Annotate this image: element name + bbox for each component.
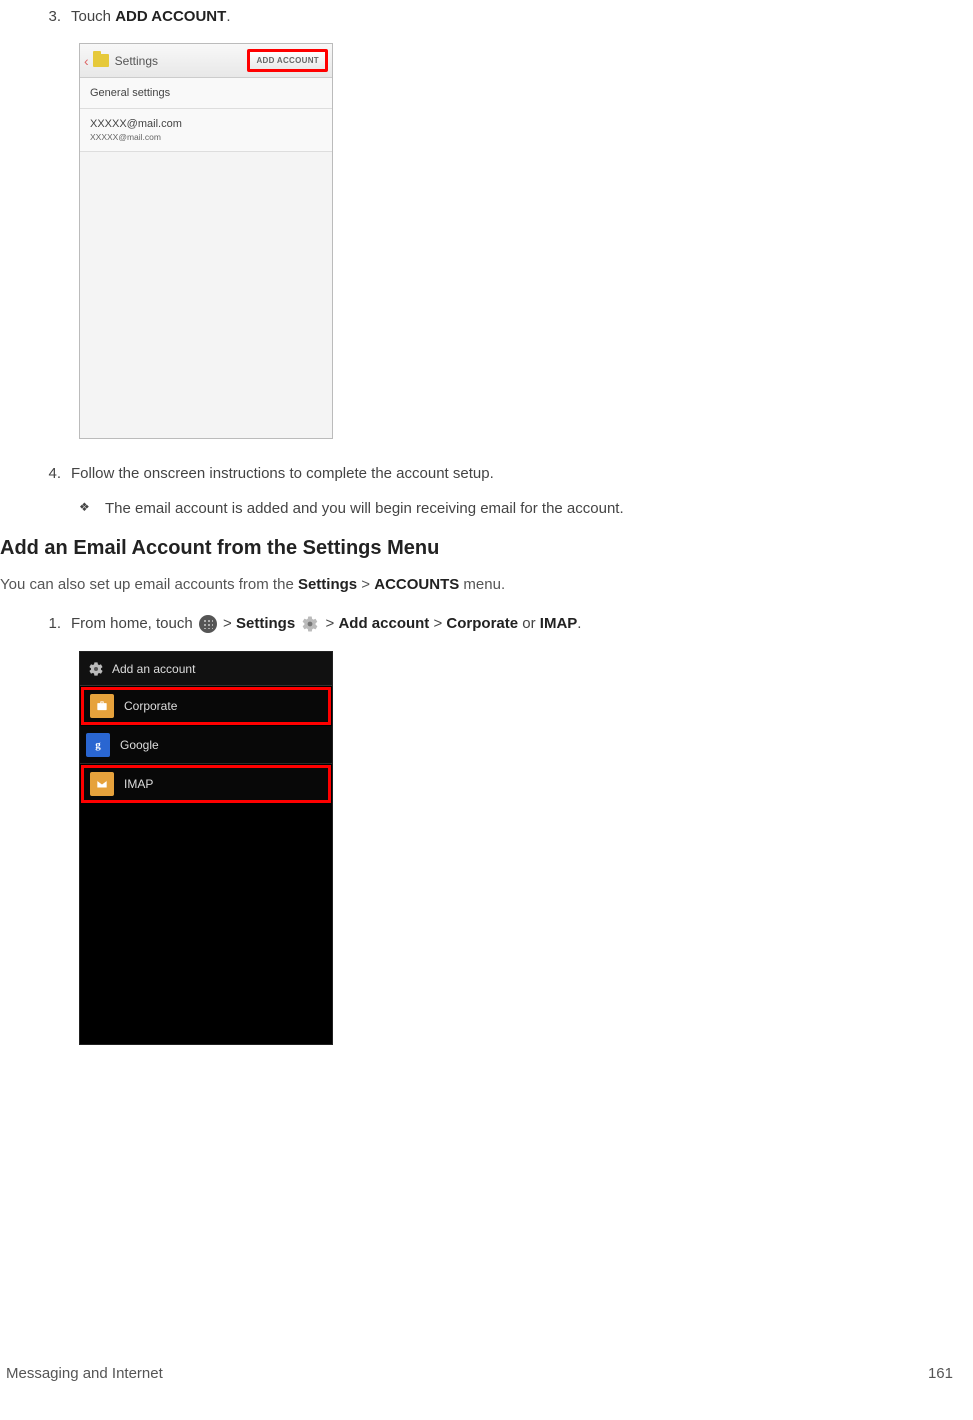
- back-chevron-icon[interactable]: ‹: [84, 53, 89, 69]
- s1b-suffix: .: [577, 615, 581, 632]
- screenshot-settings: ‹ Settings ADD ACCOUNT General settings …: [79, 43, 333, 439]
- s1b-p1: From home, touch: [71, 615, 197, 632]
- s1b-or: or: [518, 615, 540, 632]
- briefcase-icon: [90, 694, 114, 718]
- s1b-b4: IMAP: [540, 615, 578, 632]
- step-4: 4. Follow the onscreen instructions to c…: [45, 465, 928, 482]
- add-account-title: Add an account: [112, 662, 195, 676]
- s1b-b1: Settings: [236, 615, 295, 632]
- account-option-label: Google: [120, 738, 159, 752]
- step-body: Follow the onscreen instructions to comp…: [71, 465, 928, 482]
- intro-gt1: >: [357, 576, 374, 593]
- account-option-imap[interactable]: IMAP: [81, 765, 331, 803]
- apps-icon: [199, 615, 217, 633]
- diamond-bullet-icon: ❖: [73, 500, 105, 517]
- s1b-b2: Add account: [338, 615, 429, 632]
- account-option-label: IMAP: [124, 777, 153, 791]
- settings-row-account1-sub: XXXXX@mail.com: [80, 132, 332, 152]
- intro-p2: menu.: [459, 576, 505, 593]
- step-1b: 1. From home, touch > Settings > Add acc…: [45, 615, 928, 633]
- add-account-header: Add an account: [80, 652, 332, 686]
- gear-icon: [88, 661, 104, 677]
- intro-p1: You can also set up email accounts from …: [0, 576, 298, 593]
- account-option-corporate[interactable]: Corporate: [81, 687, 331, 725]
- screenshot-add-account: Add an account Corporate g Google IMAP: [79, 651, 333, 1045]
- intro-paragraph: You can also set up email accounts from …: [0, 576, 973, 593]
- step-3-suffix: .: [226, 8, 230, 25]
- step-3-bold: ADD ACCOUNT: [115, 8, 226, 25]
- settings-title: Settings: [115, 54, 248, 68]
- step-number: 4.: [45, 465, 71, 482]
- step-number: 1.: [45, 615, 71, 633]
- s1b-b3: Corporate: [446, 615, 518, 632]
- step-body: From home, touch > Settings > Add accoun…: [71, 615, 928, 633]
- footer-section: Messaging and Internet: [6, 1365, 163, 1382]
- settings-header: ‹ Settings ADD ACCOUNT: [80, 44, 332, 78]
- intro-b2: ACCOUNTS: [374, 576, 459, 593]
- settings-blank-area: [80, 152, 332, 439]
- account-option-google[interactable]: g Google: [80, 726, 332, 764]
- s1b-gt3: >: [429, 615, 446, 632]
- settings-row-account1[interactable]: XXXXX@mail.com: [80, 109, 332, 132]
- step-number: 3.: [45, 8, 71, 25]
- account-option-label: Corporate: [124, 699, 177, 713]
- settings-row-general[interactable]: General settings: [80, 78, 332, 109]
- step-body: Touch ADD ACCOUNT.: [71, 8, 928, 25]
- folder-icon: [93, 54, 109, 67]
- mail-icon: [90, 772, 114, 796]
- gear-icon: [301, 615, 319, 633]
- footer-page-number: 161: [928, 1365, 953, 1382]
- intro-b1: Settings: [298, 576, 357, 593]
- step-3: 3. Touch ADD ACCOUNT.: [45, 8, 928, 25]
- step-3-prefix: Touch: [71, 8, 115, 25]
- result-text: The email account is added and you will …: [105, 500, 624, 517]
- result-bullet: ❖ The email account is added and you wil…: [73, 500, 928, 517]
- s1b-gt2: >: [321, 615, 338, 632]
- section-heading: Add an Email Account from the Settings M…: [0, 537, 973, 560]
- add-account-button[interactable]: ADD ACCOUNT: [247, 49, 328, 72]
- s1b-gt1: >: [219, 615, 236, 632]
- page-footer: Messaging and Internet 161: [0, 1365, 973, 1382]
- google-icon: g: [86, 733, 110, 757]
